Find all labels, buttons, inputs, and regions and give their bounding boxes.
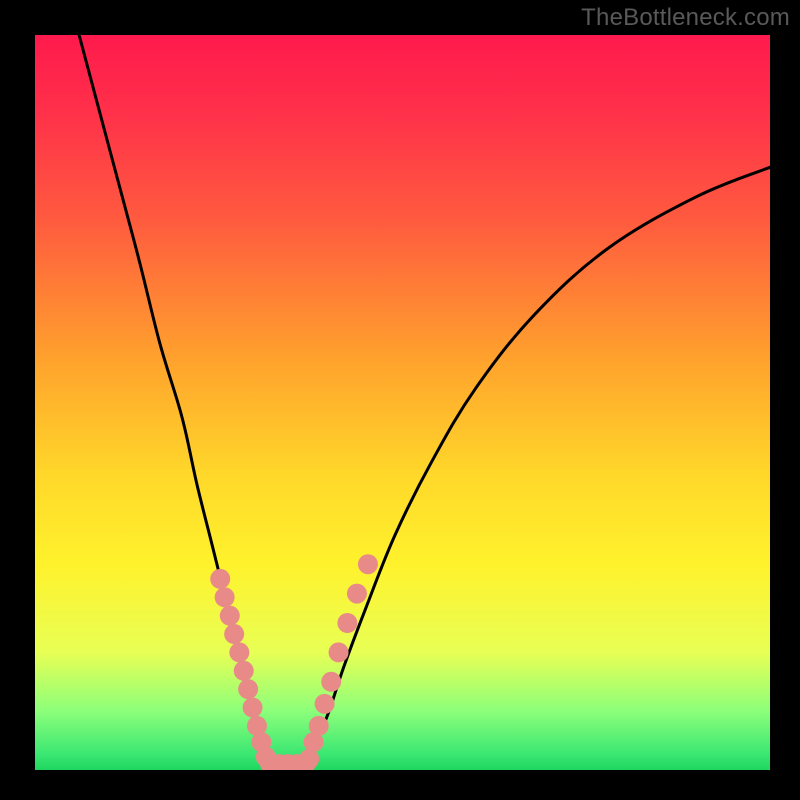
data-dot [315,694,335,714]
data-dot [337,613,357,633]
data-dot [215,587,235,607]
chart-frame: TheBottleneck.com [0,0,800,800]
data-dot [329,642,349,662]
data-dot [347,584,367,604]
data-dot [321,672,341,692]
data-dot [358,554,378,574]
right-curve [307,167,770,770]
data-dot [210,569,230,589]
plot-area [35,35,770,770]
watermark-text: TheBottleneck.com [581,4,790,32]
data-dot [224,624,244,644]
data-dot [220,606,240,626]
data-dot [243,698,263,718]
curves-svg [35,35,770,770]
data-dot [229,642,249,662]
data-dot [238,679,258,699]
data-dot [309,716,329,736]
data-dot [234,661,254,681]
data-dots [210,554,378,770]
